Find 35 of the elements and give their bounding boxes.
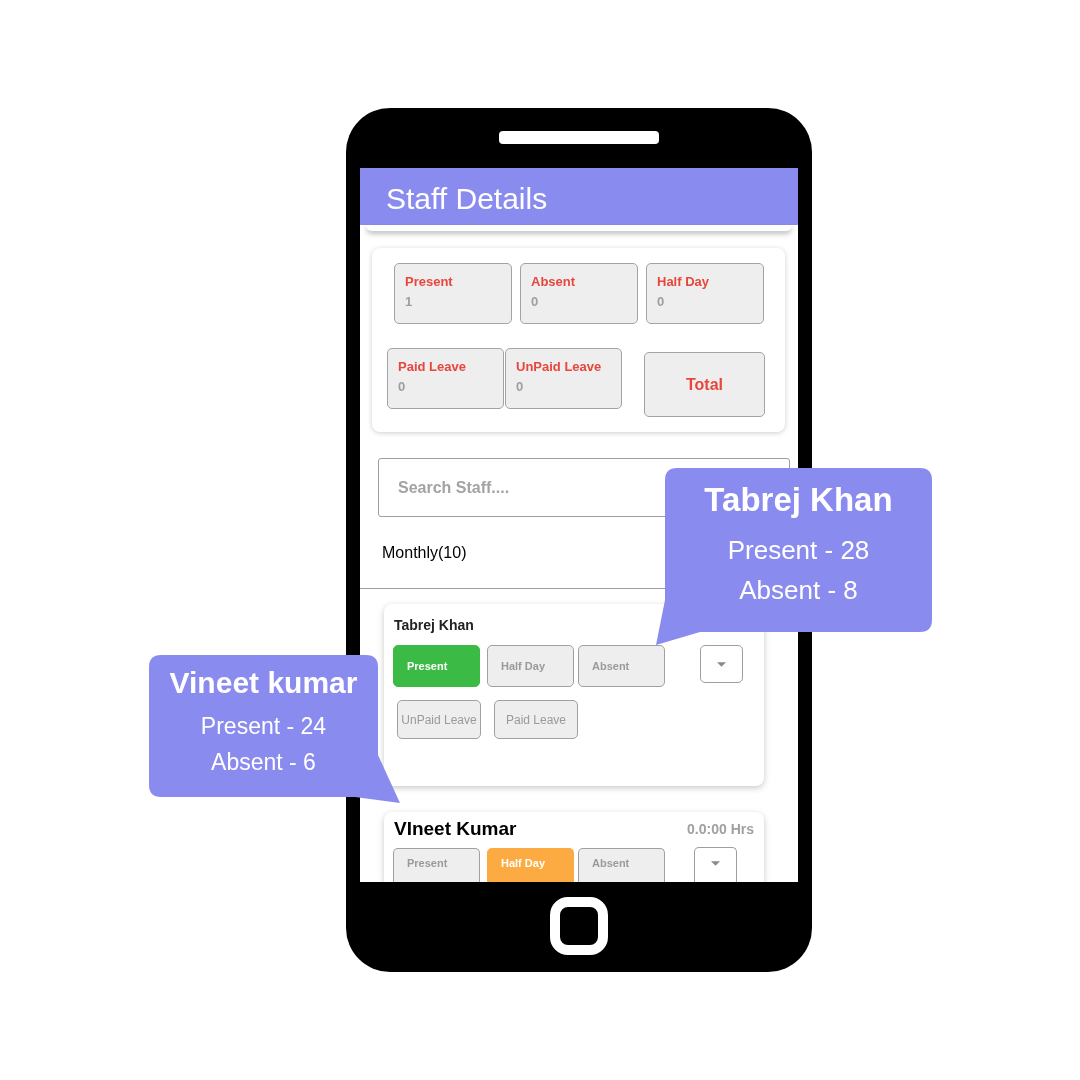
attendance-status-button[interactable]: Absent bbox=[578, 848, 665, 882]
staff-name: Tabrej Khan bbox=[394, 617, 474, 633]
attendance-status-button[interactable]: Present bbox=[393, 848, 480, 882]
attendance-status-button[interactable]: Paid Leave bbox=[494, 700, 578, 739]
tooltip-text: Present - 28 bbox=[727, 534, 870, 567]
period-label: Monthly(10) bbox=[382, 543, 467, 563]
attendance-status-button[interactable]: Present bbox=[393, 645, 480, 687]
home-button-icon bbox=[550, 897, 608, 955]
tooltip-text: Present - 24 bbox=[200, 712, 327, 741]
tooltip-text: Absent - 8 bbox=[739, 574, 858, 607]
stat-value: 0 bbox=[516, 379, 525, 395]
tooltip-title: Vineet kumar bbox=[169, 667, 358, 699]
staff-name: VIneet Kumar bbox=[394, 818, 517, 840]
attendance-status-button[interactable]: Half Day bbox=[487, 848, 574, 882]
tooltip-text: Absent - 6 bbox=[211, 748, 316, 777]
hours-text: 0.0:00 Hrs bbox=[687, 819, 754, 839]
stat-label: Absent bbox=[531, 274, 577, 290]
header-title: Staff Details bbox=[386, 181, 548, 217]
caret-down-icon bbox=[711, 860, 720, 866]
attendance-status-button[interactable]: UnPaid Leave bbox=[397, 700, 481, 739]
stat-label: Half Day bbox=[657, 274, 711, 290]
dropdown-button[interactable] bbox=[694, 847, 737, 882]
stat-label: UnPaid Leave bbox=[516, 359, 603, 375]
stat-value: 0 bbox=[398, 379, 407, 395]
attendance-status-button[interactable]: Absent bbox=[578, 645, 665, 687]
total-button[interactable]: Total bbox=[644, 352, 765, 417]
stat-label: Paid Leave bbox=[398, 359, 467, 375]
stat-label: Present bbox=[405, 274, 454, 290]
dropdown-button[interactable] bbox=[700, 645, 743, 683]
stat-value: 0 bbox=[531, 294, 540, 310]
caret-down-icon bbox=[717, 661, 726, 667]
attendance-status-button[interactable]: Half Day bbox=[487, 645, 574, 687]
speaker-slot-icon bbox=[499, 131, 659, 144]
stat-value: 1 bbox=[405, 294, 414, 310]
stat-value: 0 bbox=[657, 294, 666, 310]
